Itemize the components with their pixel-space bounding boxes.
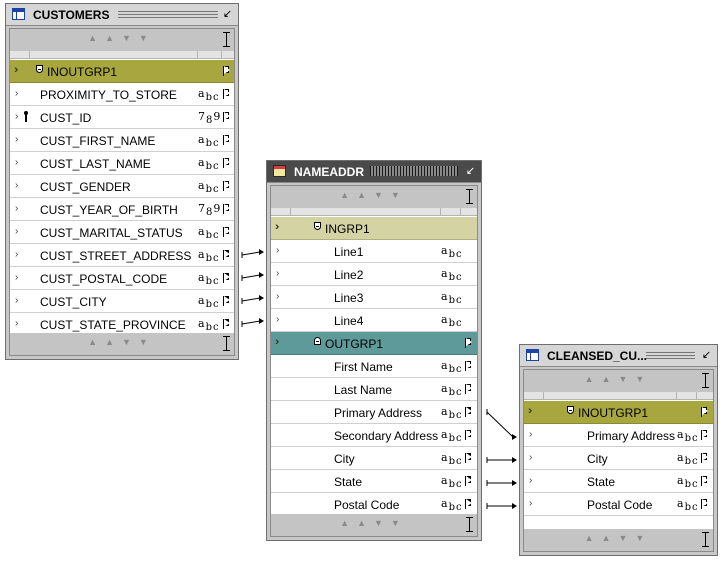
arrow-head [512, 434, 517, 440]
arrow-head [512, 457, 517, 463]
connector-line[interactable] [241, 251, 261, 256]
arrow-head [512, 503, 517, 509]
arrow-head [259, 272, 264, 278]
connector-lines [241, 249, 517, 509]
connector-line[interactable] [241, 320, 261, 325]
connector-line[interactable] [486, 411, 514, 438]
connector-line[interactable] [241, 297, 261, 302]
connector-line[interactable] [241, 274, 261, 279]
arrow-head [259, 318, 264, 324]
arrow-head [512, 480, 517, 486]
arrow-head [259, 249, 264, 255]
arrow-head [259, 295, 264, 301]
